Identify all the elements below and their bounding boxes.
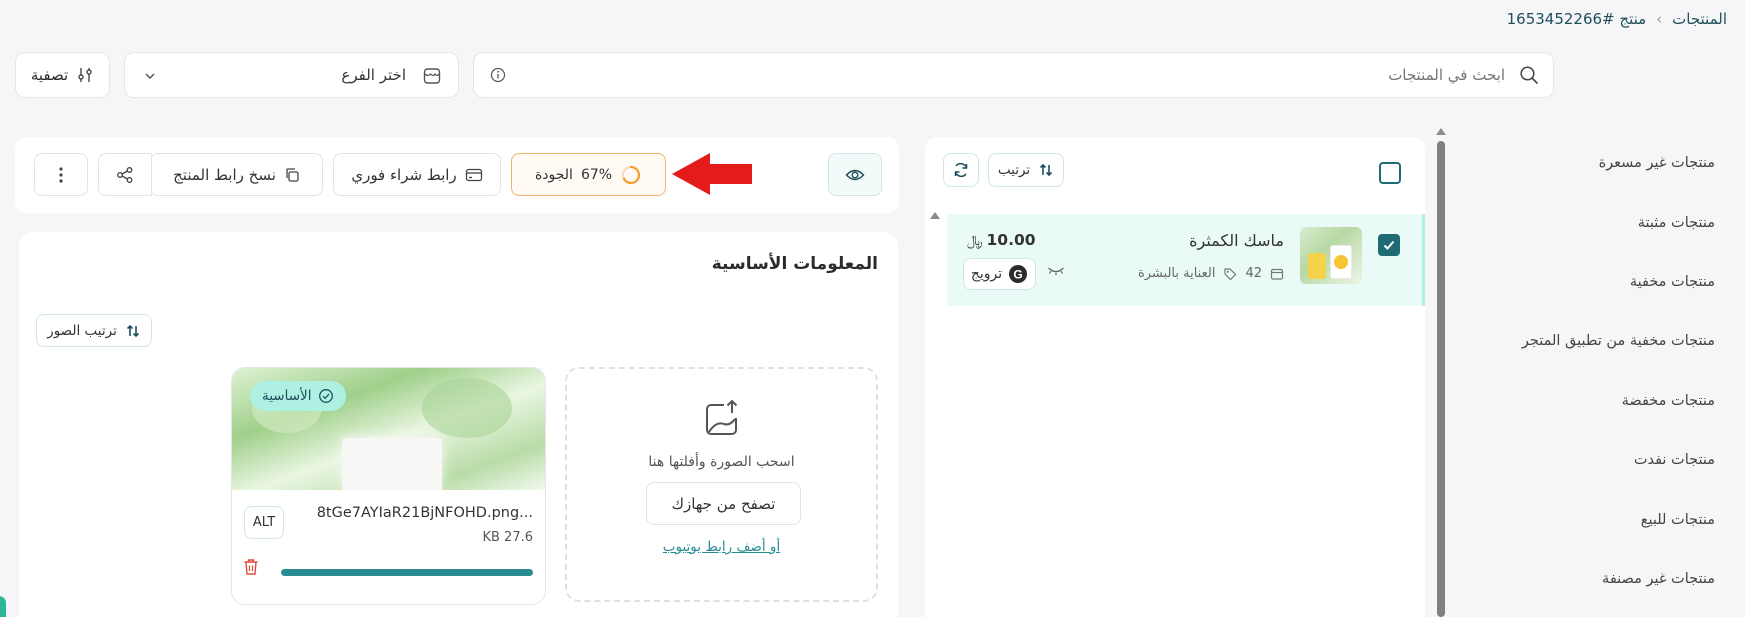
browse-device-button[interactable]: تصفح من جهازك [646,482,801,525]
box-icon [1270,267,1284,281]
eye-closed-icon[interactable] [1047,264,1065,276]
instant-buy-label: رابط شراء فوري [351,165,457,184]
product-checkbox[interactable] [1378,234,1400,256]
sliders-icon [76,66,94,84]
branch-select-value: اختر الفرع [341,66,406,84]
copy-icon [284,167,300,183]
svg-text:G: G [1014,268,1023,282]
upload-progress-track [281,569,533,576]
trash-icon[interactable] [243,558,259,576]
image-filename: 8tGe7AYIaR21BjNFOHD.png... [316,505,533,521]
sidebar-scrollbar[interactable] [1435,125,1447,617]
scroll-up-icon[interactable] [1435,127,1447,137]
image-filesize: 27.6 KB [482,530,533,545]
promote-button[interactable]: G ترويج [963,258,1036,290]
image-upload-icon [702,399,742,439]
info-icon[interactable] [490,67,506,83]
more-options-button[interactable] [34,153,88,196]
breadcrumb: المنتجات › منتج #1653452266 [1507,10,1727,28]
sidebar-item-hidden-from-app[interactable]: منتجات مخفية من تطبيق المتجر [1522,333,1715,349]
upload-progress-fill [281,569,533,576]
basic-info-card: المعلومات الأساسية ترتيب الصور اسحب الصو… [19,232,898,617]
product-thumbnail[interactable] [1300,227,1362,284]
search-bar[interactable] [473,52,1554,98]
scrollbar-thumb[interactable] [1437,141,1445,617]
add-youtube-link[interactable]: أو أضف رابط يوتيوب [567,539,876,555]
promote-label: ترويج [970,266,1003,282]
quality-progress-ring-icon [620,164,642,186]
uploaded-image-card: الأساسية 8tGe7AYIaR21BjNFOHD.png... 27.6… [231,367,546,605]
sort-images-button[interactable]: ترتيب الصور [36,314,152,347]
breadcrumb-current: منتج #1653452266 [1506,10,1647,28]
share-button[interactable] [98,153,152,196]
google-icon: G [1008,264,1028,284]
sort-label: ترتيب [997,162,1031,178]
sort-button[interactable]: ترتيب [988,153,1064,187]
share-icon [116,166,134,184]
product-row[interactable]: ماسك الكمثرة 42 العناية بالبشرة 10.00 ﷼ … [947,214,1425,306]
more-vertical-icon [58,166,64,184]
alt-text-label: ALT [252,515,276,530]
refresh-icon [952,161,970,179]
chevron-left-icon: › [1656,10,1663,28]
select-all-checkbox[interactable] [1379,162,1401,184]
alt-text-button[interactable]: ALT [244,506,284,539]
copy-link-button[interactable]: نسخ رابط المنتج [150,153,323,196]
sidebar: منتجات غير مسعرة منتجات مثبتة منتجات مخف… [1435,125,1745,617]
quality-value: 67% [580,166,613,183]
price-value: 10.00 [986,231,1036,249]
annotation-arrow-icon [672,153,752,195]
sort-images-label: ترتيب الصور [47,322,117,339]
copy-link-label: نسخ رابط المنتج [173,165,276,184]
product-price: 10.00 ﷼ [967,231,1036,249]
list-scroll-up-icon[interactable] [929,211,941,221]
instant-buy-link-button[interactable]: رابط شراء فوري [333,153,501,196]
primary-image-badge-label: الأساسية [262,388,312,404]
search-icon [1519,65,1539,85]
sidebar-item-uncategorized[interactable]: منتجات غير مصنفة [1602,571,1715,587]
breadcrumb-root[interactable]: المنتجات [1672,10,1727,28]
branch-select[interactable]: اختر الفرع [124,52,459,98]
image-dropzone[interactable]: اسحب الصورة وأفلتها هنا تصفح من جهازك أو… [565,367,878,602]
primary-image-badge: الأساسية [250,381,346,411]
sidebar-item-for-sale[interactable]: منتجات للبيع [1641,512,1715,528]
sidebar-item-pinned[interactable]: منتجات مثبتة [1638,215,1715,231]
product-list-panel: ترتيب ماسك الكمثرة 42 العناية بالبشرة 10… [925,137,1425,617]
check-circle-icon [318,388,334,404]
product-category: العناية بالبشرة [1137,266,1216,281]
basic-info-title: المعلومات الأساسية [711,254,878,274]
sidebar-item-hidden[interactable]: منتجات مخفية [1630,274,1715,290]
product-toolbar: 67% الجودة رابط شراء فوري نسخ رابط المنت… [15,137,899,213]
store-icon [422,66,442,86]
product-stock: 42 [1245,266,1262,281]
product-name[interactable]: ماسك الكمثرة [1189,231,1284,250]
tag-icon [1223,267,1237,281]
chevron-down-icon [143,69,157,83]
currency-icon: ﷼ [967,233,983,249]
check-icon [1383,240,1395,250]
drag-drop-text: اسحب الصورة وأفلتها هنا [648,454,795,470]
product-meta: 42 العناية بالبشرة [1138,266,1284,281]
help-widget-edge[interactable] [0,596,6,617]
search-input[interactable] [605,63,1505,87]
filter-label: تصفية [30,66,69,84]
sort-arrows-icon [1038,162,1054,178]
sidebar-item-discounted[interactable]: منتجات مخفضة [1622,393,1715,409]
card-icon [465,168,483,182]
sort-arrows-icon [125,323,141,339]
quality-label: الجودة [534,166,573,183]
preview-button[interactable] [828,153,882,196]
filter-button[interactable]: تصفية [15,52,110,98]
eye-icon [845,168,865,182]
quality-button[interactable]: 67% الجودة [511,153,666,196]
sidebar-item-unpriced[interactable]: منتجات غير مسعرة [1599,155,1715,171]
sidebar-item-out-of-stock[interactable]: منتجات نفدت [1634,452,1715,468]
browse-device-label: تصفح من جهازك [671,494,776,513]
refresh-button[interactable] [943,153,979,187]
